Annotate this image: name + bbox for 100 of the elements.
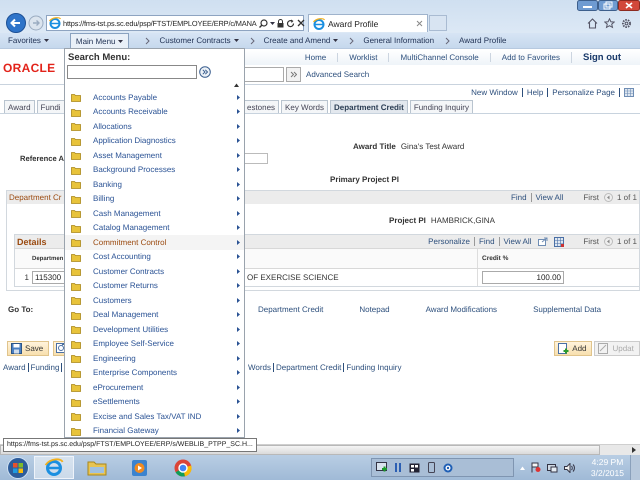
page-link[interactable]: Funding — [28, 362, 62, 372]
page-tab[interactable]: Award — [4, 100, 35, 113]
breadcrumb-link[interactable]: Award Profile — [454, 33, 512, 48]
page-link[interactable]: Words — [246, 362, 274, 372]
menu-item[interactable]: Excise and Sales Tax/VAT IND — [65, 409, 244, 424]
ie-icon — [313, 18, 325, 30]
input-field[interactable]: 100.00 — [482, 271, 564, 284]
menu-item[interactable]: Enterprise Components — [65, 366, 244, 380]
menu-item[interactable]: Catalog Management — [65, 220, 244, 235]
network-icon[interactable] — [546, 462, 558, 472]
submenu-arrow-icon — [237, 210, 240, 216]
page-tab[interactable]: Department Credit — [330, 100, 408, 113]
menu-button[interactable]: Favorites — [3, 33, 54, 48]
header-link[interactable]: Add to Favorites — [490, 52, 571, 62]
zoom-icon[interactable] — [538, 237, 548, 246]
volume-icon[interactable] — [564, 462, 575, 472]
taskbar-button[interactable] — [34, 456, 74, 479]
close-button[interactable] — [618, 0, 640, 11]
settings-icon[interactable] — [621, 18, 632, 28]
page-link[interactable]: Department Credit — [274, 362, 344, 372]
restore-button[interactable] — [598, 0, 618, 11]
menu-item[interactable]: Financial Gateway — [65, 424, 244, 438]
menu-item[interactable]: eSettlements — [65, 394, 244, 409]
menu-item[interactable]: Deal Management — [65, 308, 244, 322]
tablet-icon[interactable] — [428, 462, 435, 473]
page-link[interactable]: Help — [522, 88, 548, 96]
menu-item[interactable]: Customer Returns — [65, 278, 244, 293]
grid-link[interactable]: Find — [506, 193, 531, 202]
folder-icon — [71, 106, 81, 117]
start-button[interactable] — [5, 456, 31, 478]
scroll-up-icon[interactable] — [234, 83, 239, 87]
grid-link[interactable]: Personalize — [424, 237, 474, 246]
grid-icon[interactable] — [624, 88, 634, 96]
search-field[interactable] — [67, 65, 197, 79]
header-link[interactable]: Worklist — [337, 52, 388, 62]
row-number: 1 — [24, 272, 30, 284]
breadcrumb-link[interactable]: Customer Contracts — [154, 33, 244, 48]
header-link[interactable]: MultiChannel Console — [388, 52, 490, 62]
submenu-arrow-icon — [237, 152, 240, 158]
grid-link[interactable]: View All — [498, 237, 536, 246]
page-link[interactable]: Award — [1, 362, 29, 372]
grid-link[interactable]: View All — [530, 193, 568, 202]
page-tab[interactable]: Key Words — [281, 100, 328, 113]
refresh-icon[interactable] — [286, 18, 295, 28]
star-icon[interactable] — [604, 18, 615, 28]
grid-link[interactable]: Find — [474, 237, 499, 246]
pause-icon[interactable] — [394, 463, 401, 472]
menu-item[interactable]: Application Diagnostics — [65, 134, 244, 148]
go-to-link[interactable]: Supplemental Data — [533, 304, 602, 314]
page-link[interactable]: New Window — [467, 88, 523, 96]
home-icon[interactable] — [587, 18, 598, 28]
sign-out-link[interactable]: Sign out — [571, 52, 632, 62]
previous-icon[interactable] — [604, 237, 613, 246]
submenu-arrow-icon — [237, 94, 240, 100]
menu-item[interactable]: Customers — [65, 293, 244, 308]
previous-icon[interactable] — [604, 193, 613, 202]
header-link[interactable]: Home — [294, 52, 338, 62]
menu-item[interactable]: eProcurement — [65, 380, 244, 394]
target-icon[interactable] — [442, 462, 453, 472]
monitor-icon[interactable] — [376, 462, 387, 473]
close-icon[interactable] — [296, 19, 305, 27]
window-grid-icon[interactable] — [408, 462, 420, 472]
menu-button[interactable]: Main Menu — [70, 33, 130, 48]
flag-icon[interactable] — [530, 462, 541, 473]
menu-item[interactable]: Allocations — [65, 119, 244, 134]
page-link[interactable]: Personalize Page — [548, 88, 620, 96]
page-link[interactable]: Funding Inquiry — [344, 362, 404, 372]
field-label: Go To: — [8, 304, 34, 314]
menu-item[interactable]: Development Utilities — [65, 322, 244, 336]
save-button[interactable]: Save — [7, 340, 50, 356]
add-button[interactable]: Add — [554, 340, 592, 356]
menu-item[interactable]: Commitment Control — [65, 235, 244, 250]
menu-item[interactable]: Customer Contracts — [65, 264, 244, 278]
menu-item[interactable]: Employee Self-Service — [65, 336, 244, 351]
advanced-search-link[interactable]: Advanced Search — [306, 70, 370, 78]
go-to-link[interactable]: Award Modifications — [426, 304, 498, 314]
breadcrumb-link[interactable]: Create and Amend — [258, 33, 344, 48]
page-tab[interactable]: Funding Inquiry — [410, 100, 473, 113]
go-to-link[interactable]: Notepad — [359, 304, 390, 314]
search-button[interactable] — [286, 66, 301, 82]
browser-tab[interactable]: Award Profile — [308, 14, 428, 32]
search-go-icon[interactable] — [199, 66, 211, 78]
menu-item[interactable]: Asset Management — [65, 148, 244, 162]
caret-icon[interactable] — [270, 20, 275, 26]
menu-item[interactable]: Engineering — [65, 351, 244, 366]
arrow-right-icon[interactable] — [632, 447, 636, 453]
folder-icon — [71, 252, 81, 262]
caret-icon — [333, 38, 338, 43]
menu-item[interactable]: Cash Management — [65, 206, 244, 220]
go-to-link[interactable]: Department Credit — [258, 304, 324, 314]
breadcrumb-link[interactable]: General Information — [358, 33, 440, 48]
spreadsheet-icon[interactable] — [554, 236, 564, 246]
menu-item[interactable]: Background Processes — [65, 162, 244, 177]
back-button[interactable] — [4, 13, 28, 33]
menu-item[interactable]: Billing — [65, 192, 244, 206]
menu-item[interactable]: Banking — [65, 177, 244, 192]
minimize-button[interactable] — [577, 0, 598, 11]
menu-item[interactable]: Cost Accounting — [65, 250, 244, 264]
search-icon[interactable] — [258, 18, 268, 28]
page-tab[interactable]: Fundi — [36, 100, 65, 113]
